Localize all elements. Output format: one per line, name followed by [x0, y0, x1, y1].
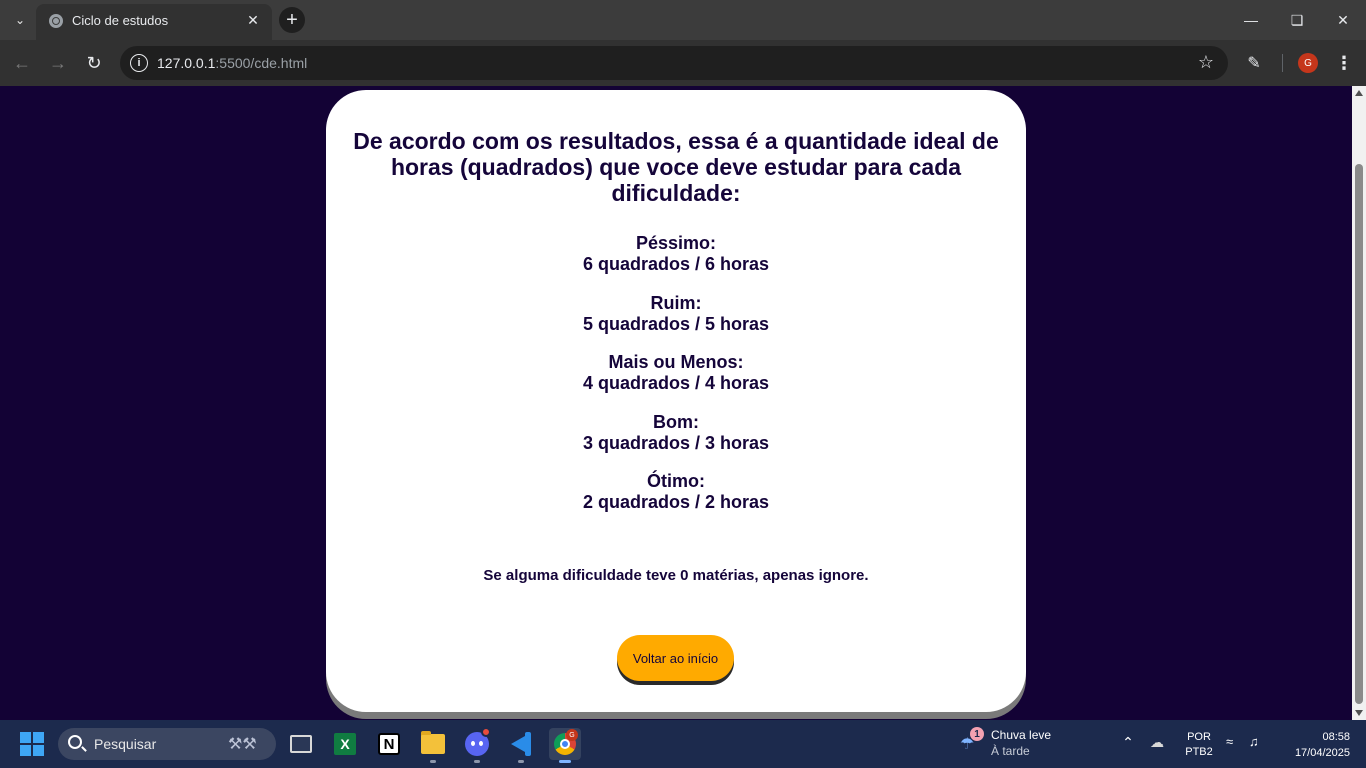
running-indicator	[430, 760, 436, 763]
onedrive-cloud-icon[interactable]: ☁	[1150, 734, 1168, 752]
ignore-note: Se alguma dificuldade teve 0 matérias, a…	[483, 567, 869, 584]
search-icon	[68, 735, 82, 749]
taskbar-file-explorer[interactable]	[417, 728, 449, 763]
difficulty-list: Péssimo: 6 quadrados / 6 horas Ruim: 5 q…	[326, 233, 1026, 531]
difficulty-value: 6 quadrados / 6 horas	[582, 254, 770, 274]
difficulty-label: Ótimo:	[647, 471, 705, 491]
difficulty-item-pessimo: Péssimo: 6 quadrados / 6 horas	[326, 233, 1026, 293]
close-window-button[interactable]: ✕	[1331, 8, 1355, 32]
url-text[interactable]: 127.0.0.1:5500/cde.html	[157, 55, 307, 71]
notification-dot	[481, 727, 491, 737]
task-view-button[interactable]	[285, 728, 317, 760]
site-info-icon[interactable]: i	[130, 54, 148, 72]
page-viewport: De acordo com os resultados, essa é a qu…	[0, 86, 1352, 720]
running-indicator	[518, 760, 524, 763]
restore-button[interactable]: ❏	[1285, 8, 1309, 32]
windows-taskbar: Pesquisar ⚒⚒ X N G ☂ 1 Chuva leve À tard…	[0, 720, 1366, 768]
clock-time: 08:58	[1322, 731, 1350, 743]
difficulty-item-ruim: Ruim: 5 quadrados / 5 horas	[326, 293, 1026, 353]
difficulty-item-bom: Bom: 3 quadrados / 3 horas	[326, 412, 1026, 472]
vscode-icon	[509, 732, 533, 756]
taskbar-notion[interactable]: N	[373, 728, 405, 760]
extensions-puzzle-icon[interactable]: ✎	[1243, 52, 1265, 74]
taskbar-excel[interactable]: X	[329, 728, 361, 760]
language-primary: POR	[1187, 731, 1211, 743]
taskbar-discord[interactable]	[461, 727, 493, 763]
tab-title: Ciclo de estudos	[72, 13, 169, 28]
url-path: :5500/cde.html	[215, 55, 308, 71]
back-to-start-button[interactable]: Voltar ao início	[617, 635, 734, 681]
minimize-button[interactable]: —	[1239, 8, 1263, 32]
globe-icon	[49, 14, 63, 28]
url-host: 127.0.0.1	[157, 55, 216, 71]
task-view-icon	[290, 735, 312, 753]
language-secondary: PTB2	[1185, 746, 1213, 758]
search-placeholder: Pesquisar	[94, 736, 157, 752]
taskbar-chrome[interactable]: G	[549, 728, 581, 763]
wifi-icon[interactable]: ≈	[1226, 734, 1244, 752]
page-scrollbar[interactable]	[1352, 86, 1366, 720]
difficulty-value: 4 quadrados / 4 horas	[582, 373, 770, 393]
chrome-profile-badge: G	[566, 729, 578, 741]
difficulty-label: Péssimo:	[635, 233, 717, 253]
page-title: De acordo com os resultados, essa é a qu…	[353, 128, 999, 206]
volume-icon[interactable]: ♫	[1249, 734, 1267, 752]
difficulty-value: 2 quadrados / 2 horas	[582, 492, 770, 512]
folder-icon	[421, 731, 445, 754]
address-bar[interactable]: i 127.0.0.1:5500/cde.html ☆	[120, 46, 1228, 80]
difficulty-value: 3 quadrados / 3 horas	[582, 432, 770, 453]
show-hidden-icons-chevron-icon[interactable]: ⌃	[1120, 734, 1136, 750]
clock-date: 17/04/2025	[1294, 747, 1350, 759]
difficulty-label: Ruim:	[650, 292, 702, 313]
toolbar-divider	[1282, 54, 1283, 72]
excel-icon: X	[334, 733, 356, 755]
profile-avatar[interactable]: G	[1298, 53, 1318, 73]
windows-start-icon[interactable]	[20, 732, 44, 756]
tab-search-chevron-icon[interactable]: ⌄	[10, 10, 30, 30]
forward-arrow-icon[interactable]: →	[46, 51, 70, 75]
running-indicator	[474, 760, 480, 763]
difficulty-value: 5 quadrados / 5 horas	[582, 313, 770, 334]
new-tab-button[interactable]: +	[279, 7, 305, 33]
difficulty-label: Mais ou Menos:	[608, 352, 744, 372]
browser-toolbar: ← → ↻ i 127.0.0.1:5500/cde.html ☆ ✎ G ⋮	[0, 40, 1366, 86]
taskbar-search-input[interactable]: Pesquisar ⚒⚒	[58, 728, 276, 760]
scroll-up-arrow-icon[interactable]	[1355, 90, 1363, 96]
bookmark-star-icon[interactable]: ☆	[1198, 52, 1214, 73]
notion-icon: N	[378, 733, 400, 755]
difficulty-label: Bom:	[653, 411, 699, 432]
browser-tab-bar: ⌄ Ciclo de estudos ✕ + — ❏ ✕	[0, 0, 1366, 40]
difficulty-item-mais-ou-menos: Mais ou Menos: 4 quadrados / 4 horas	[326, 352, 1026, 412]
weather-subtitle[interactable]: À tarde	[991, 744, 1030, 758]
difficulty-item-otimo: Ótimo: 2 quadrados / 2 horas	[326, 471, 1026, 531]
scroll-down-arrow-icon[interactable]	[1355, 710, 1363, 716]
search-highlight-icon: ⚒⚒	[228, 736, 257, 753]
language-indicator[interactable]: POR PTB2	[1184, 730, 1214, 760]
system-clock[interactable]: 08:58 17/04/2025	[1280, 729, 1350, 761]
back-arrow-icon[interactable]: ←	[10, 51, 34, 75]
weather-badge: 1	[970, 727, 984, 741]
reload-icon[interactable]: ↻	[82, 51, 106, 75]
browser-menu-icon[interactable]: ⋮	[1334, 51, 1354, 75]
browser-tab[interactable]: Ciclo de estudos ✕	[36, 4, 272, 40]
tab-close-icon[interactable]: ✕	[244, 11, 262, 29]
result-card: De acordo com os resultados, essa é a qu…	[326, 90, 1026, 712]
scroll-thumb[interactable]	[1355, 164, 1363, 704]
active-indicator	[559, 760, 571, 763]
taskbar-vscode[interactable]	[505, 728, 537, 763]
weather-title[interactable]: Chuva leve	[991, 728, 1051, 742]
